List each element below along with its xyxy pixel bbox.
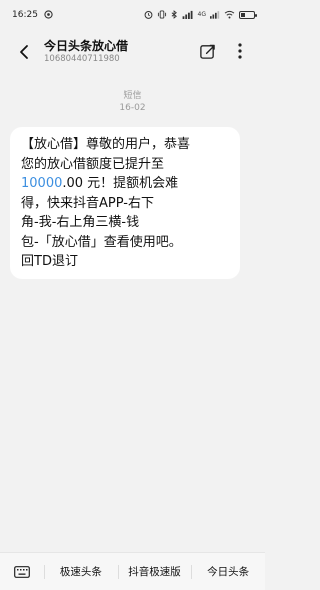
message-timestamp: 短信 16-02: [0, 90, 265, 114]
message-date: 16-02: [119, 103, 146, 113]
menu-item-jisu-toutiao[interactable]: 极速头条: [44, 553, 118, 590]
message-type-label: 短信: [123, 91, 142, 101]
message-line: 得，快来抖音APP-右下: [21, 195, 154, 211]
wifi-icon: [224, 10, 235, 21]
amount-rest: .00 元！提额机会难: [62, 176, 179, 191]
vibrate-icon: [157, 9, 167, 21]
notification-icon: [44, 9, 53, 21]
conversation-header: 今日头条放心借 10680440711980: [0, 32, 265, 72]
status-bar: 16:25 4G: [0, 0, 265, 30]
message-bubble[interactable]: 【放心借】尊敬的用户，恭喜 您的放心借额度已提升至 10000.00 元！提额机…: [10, 127, 240, 279]
message-line: 【放心借】尊敬的用户，恭喜: [21, 137, 191, 152]
keyboard-toggle-button[interactable]: [0, 553, 44, 590]
signal-icon-secondary: [210, 10, 220, 21]
message-line-amount: 10000.00 元！提额机会难: [21, 174, 230, 194]
amount-link[interactable]: 10000: [21, 176, 62, 191]
status-right: 4G: [144, 9, 257, 21]
menu-item-douyin-jisu[interactable]: 抖音极速版: [117, 553, 192, 590]
alarm-icon: [144, 10, 153, 21]
sender-number: 10680440711980: [44, 54, 120, 64]
message-line: 回TD退订: [21, 254, 78, 269]
edit-square-icon: [199, 44, 215, 59]
battery-fill: [241, 13, 245, 17]
battery-icon: [239, 11, 257, 19]
menu-item-jinri-toutiao[interactable]: 今日头条: [191, 553, 265, 590]
back-button[interactable]: [12, 38, 36, 66]
more-options-button[interactable]: [230, 40, 250, 62]
message-line: 角-我-右上角三横-钱: [21, 215, 140, 230]
keyboard-icon: [14, 565, 30, 578]
bottom-menu-bar: 极速头条 抖音极速版 今日头条: [0, 552, 265, 590]
back-arrow-icon: [20, 45, 28, 59]
signal-icon: [182, 10, 194, 21]
message-line: 您的放心借额度已提升至: [21, 156, 165, 172]
message-line: 包-「放心借」查看使用吧。: [21, 234, 182, 250]
sender-title: 今日头条放心借: [44, 39, 129, 53]
status-left: 16:25: [12, 9, 53, 21]
status-time: 16:25: [12, 10, 38, 20]
network-type-label: 4G: [197, 11, 206, 18]
edit-button[interactable]: [196, 40, 218, 62]
more-vertical-icon: [238, 43, 242, 59]
bluetooth-icon: [171, 9, 178, 21]
